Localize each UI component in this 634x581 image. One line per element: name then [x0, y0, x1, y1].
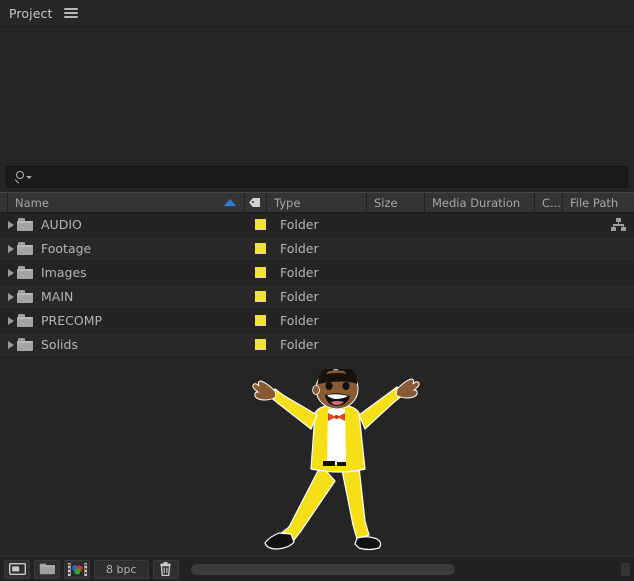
item-type-cell: Folder — [280, 337, 319, 352]
item-name-label: AUDIO — [41, 217, 82, 232]
item-type-cell: Folder — [280, 217, 319, 232]
disclosure-triangle-icon[interactable] — [4, 244, 17, 253]
item-type-cell: Folder — [280, 265, 319, 280]
dancing-character — [252, 369, 420, 551]
item-name-cell[interactable]: PRECOMP — [0, 313, 245, 328]
label-color-swatch[interactable] — [255, 339, 266, 350]
project-panel: Project Name Type Size Media Duration C.… — [0, 0, 634, 581]
item-label-cell[interactable] — [245, 315, 273, 326]
new-composition-icon — [8, 563, 26, 575]
search-icon — [14, 170, 32, 184]
disclosure-triangle-icon[interactable] — [4, 292, 17, 301]
column-header-duration-label: Media Duration — [432, 195, 521, 210]
color-depth-icon — [67, 562, 87, 576]
search-input[interactable] — [6, 166, 628, 188]
horizontal-scrollbar-thumb[interactable] — [190, 563, 456, 575]
label-color-swatch[interactable] — [255, 267, 266, 278]
project-preview-area — [0, 27, 634, 163]
bit-depth-button[interactable]: 8 bpc — [94, 559, 149, 579]
column-header-type-label: Type — [274, 195, 301, 210]
item-name-label: MAIN — [41, 289, 74, 304]
tag-icon — [249, 197, 262, 208]
folder-icon — [17, 266, 34, 279]
delete-button[interactable] — [152, 559, 179, 579]
item-name-label: Solids — [41, 337, 78, 352]
panel-resize-grip[interactable] — [621, 562, 630, 576]
column-header-type[interactable]: Type — [267, 193, 367, 212]
table-row[interactable]: Solids Folder — [0, 333, 634, 357]
item-type-cell: Folder — [280, 289, 319, 304]
tab-project[interactable]: Project — [9, 6, 52, 21]
item-label-cell[interactable] — [245, 243, 273, 254]
item-name-cell[interactable]: MAIN — [0, 289, 245, 304]
project-settings-button[interactable] — [64, 559, 90, 579]
hamburger-menu-icon[interactable] — [64, 7, 79, 19]
disclosure-triangle-icon[interactable] — [4, 340, 17, 349]
item-label-cell[interactable] — [245, 219, 273, 230]
item-filepath-cell — [569, 218, 634, 231]
project-bottom-toolbar: 8 bpc — [0, 556, 634, 581]
folder-icon — [17, 314, 34, 327]
new-folder-button[interactable] — [34, 559, 60, 579]
column-header-label[interactable] — [245, 193, 267, 212]
item-name-label: Footage — [41, 241, 92, 256]
item-type-cell: Folder — [280, 241, 319, 256]
item-label-cell[interactable] — [245, 339, 273, 350]
label-color-swatch[interactable] — [255, 243, 266, 254]
new-folder-icon — [39, 563, 55, 575]
project-item-list[interactable]: AUDIO Folder Footage Folder Images Folder MAIN… — [0, 213, 634, 556]
item-name-cell[interactable]: Images — [0, 265, 245, 280]
panel-tab-bar: Project — [0, 0, 634, 27]
item-name-cell[interactable]: AUDIO — [0, 217, 245, 232]
folder-icon — [17, 242, 34, 255]
column-header-row: Name Type Size Media Duration C... File … — [0, 192, 634, 213]
column-header-comment-label: C... — [542, 195, 561, 210]
new-composition-button[interactable] — [4, 559, 30, 579]
column-header-name-label: Name — [15, 195, 49, 210]
disclosure-triangle-icon[interactable] — [4, 220, 17, 229]
hierarchy-icon[interactable] — [611, 218, 626, 231]
search-row — [0, 163, 634, 192]
column-header-filepath[interactable]: File Path — [563, 193, 634, 212]
column-header-size[interactable]: Size — [367, 193, 425, 212]
table-row[interactable]: Footage Folder — [0, 237, 634, 261]
disclosure-triangle-icon[interactable] — [4, 268, 17, 277]
folder-icon — [17, 218, 34, 231]
item-type-cell: Folder — [280, 313, 319, 328]
trash-icon — [160, 562, 171, 576]
label-color-swatch[interactable] — [255, 291, 266, 302]
label-color-swatch[interactable] — [255, 219, 266, 230]
table-row[interactable]: PRECOMP Folder — [0, 309, 634, 333]
folder-icon — [17, 290, 34, 303]
column-header-duration[interactable]: Media Duration — [425, 193, 535, 212]
sort-ascending-icon[interactable] — [224, 199, 236, 206]
folder-icon — [17, 338, 34, 351]
disclosure-triangle-icon[interactable] — [4, 316, 17, 325]
item-label-cell[interactable] — [245, 291, 273, 302]
chevron-down-icon — [26, 175, 32, 179]
column-header-name[interactable]: Name — [7, 193, 245, 212]
column-header-size-label: Size — [374, 195, 398, 210]
column-header-filepath-label: File Path — [570, 195, 619, 210]
item-name-cell[interactable]: Solids — [0, 337, 245, 352]
item-name-label: PRECOMP — [41, 313, 103, 328]
label-color-swatch[interactable] — [255, 315, 266, 326]
table-row[interactable]: AUDIO Folder — [0, 213, 634, 237]
horizontal-scrollbar-track[interactable] — [190, 563, 611, 575]
item-name-cell[interactable]: Footage — [0, 241, 245, 256]
table-row[interactable]: MAIN Folder — [0, 285, 634, 309]
column-header-comment[interactable]: C... — [535, 193, 563, 212]
item-label-cell[interactable] — [245, 267, 273, 278]
item-name-label: Images — [41, 265, 87, 280]
table-row[interactable]: Images Folder — [0, 261, 634, 285]
